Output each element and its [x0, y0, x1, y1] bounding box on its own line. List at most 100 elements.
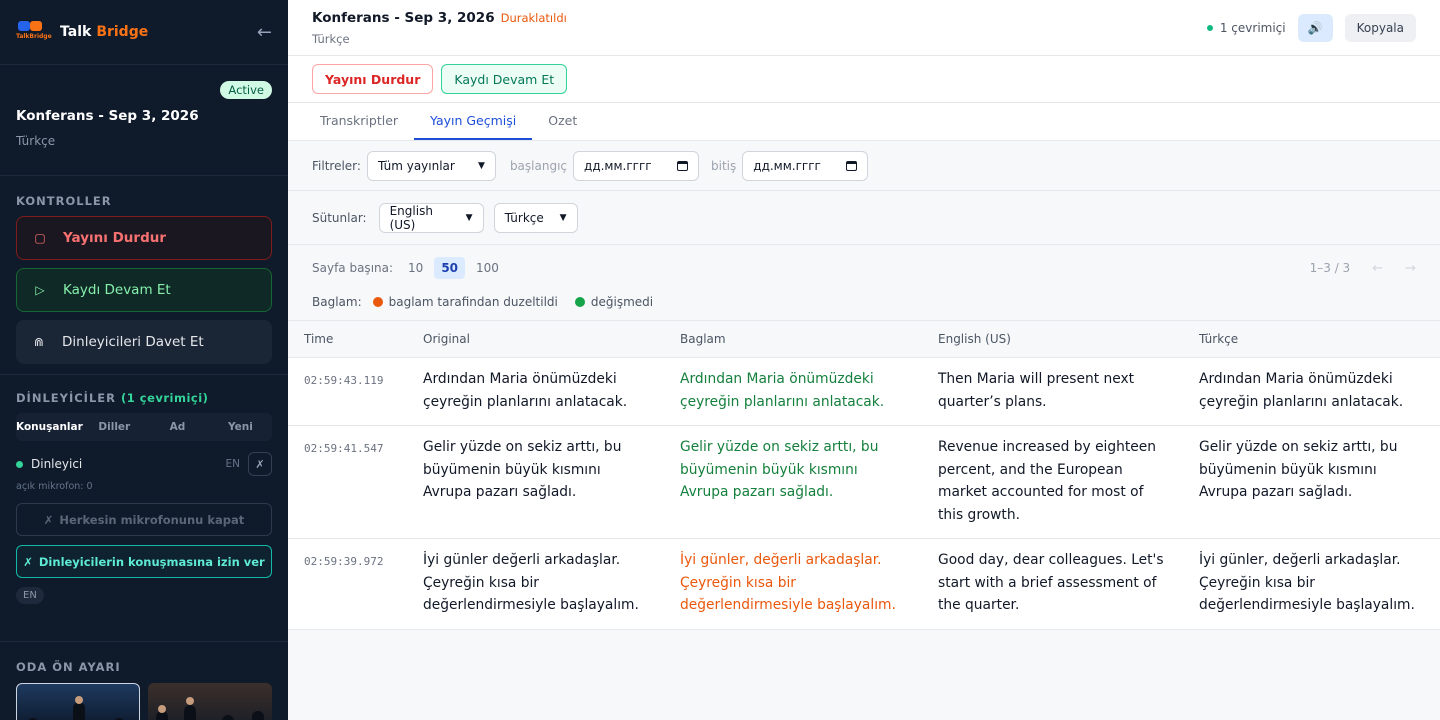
speaker-button[interactable]: 🔊 [1297, 14, 1333, 42]
cell-original: İyi günler değerli arkadaşlar. Çeyreğin … [407, 538, 664, 630]
cell-original: Ardından Maria önümüzdeki çeyreğin planl… [407, 357, 664, 426]
share-icon: ⋒ [33, 335, 45, 349]
mic-off-icon: ✗ [23, 554, 33, 569]
legend-edited: baglam tarafindan duzeltildi [372, 295, 558, 309]
legend-unchanged: değişmedi [574, 295, 653, 309]
session-title: Konferans - Sep 3, 2026 [16, 108, 199, 124]
tab-new[interactable]: Yeni [209, 421, 272, 433]
speaker-icon: 🔊 [1307, 21, 1323, 35]
per-page-50[interactable]: 50 [434, 257, 466, 279]
column-header-time: Time [288, 320, 407, 358]
calendar-icon [846, 160, 858, 171]
table-row: 02:59:41.547 Gelir yüzde on sekiz arttı,… [288, 425, 1440, 539]
tab-stream-history[interactable]: Yayın Geçmişi [414, 103, 533, 140]
copy-button[interactable]: Kopyala [1344, 14, 1416, 42]
cell-time: 02:59:43.119 [288, 357, 407, 426]
cell-baglam: Ardından Maria önümüzdeki çeyreğin planl… [664, 357, 922, 426]
column-header-baglam: Baglam [664, 320, 922, 358]
mic-off-icon[interactable]: ✗ [248, 452, 272, 476]
sidebar: TalkBridge Talk Bridge ← Active Konferans… [0, 0, 288, 720]
table-row: 02:59:39.972 İyi günler değerli arkadaşl… [288, 538, 1440, 630]
room-preset-title: ODA ÖN AYARI [16, 660, 121, 674]
resume-recording-button[interactable]: ▷ Kaydı Devam Et [16, 268, 272, 312]
talkbridge-logo: TalkBridge [16, 19, 52, 45]
listener-item: Dinleyici EN ✗ [16, 452, 272, 476]
column-language-1-select[interactable]: English (US) ▼ [378, 202, 484, 233]
filters-label: Filtreler: [312, 158, 361, 173]
columns-bar: Sütunlar: English (US) ▼ Türkçe ▼ [288, 191, 1440, 245]
preset-thumbnails [16, 683, 272, 720]
preset-thumbnail-conference[interactable] [16, 683, 140, 720]
filters-bar: Filtreler: Tüm yayınlar ▼ başlangıç дд.мм… [288, 141, 1440, 191]
listeners-title: DİNLEYİCİLER (1 çevrimiçi) [16, 391, 209, 405]
start-date-label: başlangıç [509, 158, 568, 173]
stream-type-select[interactable]: Tüm yayınlar ▼ [366, 150, 496, 181]
invite-listeners-button[interactable]: ⋒ Dinleyicileri Davet Et [16, 320, 272, 364]
per-page-100[interactable]: 100 [469, 257, 506, 279]
cell-turkish: Ardından Maria önümüzdeki çeyreğin planl… [1183, 357, 1440, 426]
cell-english: Then Maria will present next quarter’s p… [922, 357, 1183, 426]
play-icon: ▷ [35, 283, 45, 297]
room-preset-section: ODA ÖN AYARI [0, 642, 288, 720]
main-content: Konferans - Sep 3, 2026 Duraklatıldı Türk… [288, 0, 1440, 720]
online-dot-icon [1206, 25, 1213, 31]
cell-english: Good day, dear colleagues. Let's start w… [922, 538, 1183, 630]
column-header-original: Original [407, 320, 664, 358]
next-page-icon[interactable]: → [1405, 261, 1416, 276]
column-language-2-select[interactable]: Türkçe ▼ [493, 202, 578, 233]
cell-baglam: Gelir yüzde on sekiz arttı, bu büyümenin… [664, 425, 922, 539]
listener-name: Dinleyici [31, 457, 83, 471]
language-chip[interactable]: EN [16, 587, 44, 604]
collapse-sidebar-icon[interactable]: ← [257, 22, 272, 43]
open-mic-count: açık mikrofon: 0 [16, 481, 93, 492]
context-legend: Baglam: baglam tarafindan duzeltildi değ… [288, 284, 1440, 320]
per-page-label: Sayfa başına: [312, 261, 394, 275]
brand-header: TalkBridge Talk Bridge ← [0, 0, 288, 65]
controls-title: KONTROLLER [16, 194, 112, 208]
end-date-input[interactable]: дд.мм.гггг [742, 150, 869, 181]
table-row: 02:59:43.119 Ardından Maria önümüzdeki ç… [288, 357, 1440, 426]
page-info: 1–3 / 3 ← → [1309, 260, 1416, 276]
stop-stream-button[interactable]: ▢ Yayını Durdur [16, 216, 272, 260]
session-info: Active Konferans - Sep 3, 2026 Türkçe [0, 65, 288, 176]
online-indicator: 1 çevrimiçi [1206, 21, 1286, 35]
allow-speak-button[interactable]: ✗ Dinleyicilerin konuşmasına izin ver [16, 545, 272, 578]
status-badge: Active [220, 81, 272, 99]
preset-thumbnail-meeting[interactable] [148, 683, 272, 720]
brand-name: Talk Bridge [60, 24, 149, 40]
stop-stream-button[interactable]: Yayını Durdur [312, 64, 434, 94]
resume-recording-button[interactable]: Kaydı Devam Et [441, 64, 568, 94]
tab-speakers[interactable]: Konuşanlar [16, 421, 83, 433]
listener-tabs: Konuşanlar Diller Ad Yeni [16, 413, 272, 441]
columns-label: Sütunlar: [312, 210, 367, 225]
top-right-controls: 1 çevrimiçi 🔊 Kopyala [1206, 14, 1416, 42]
cell-baglam: İyi günler, değerli arkadaşlar. Çeyreğin… [664, 538, 922, 630]
start-date-input[interactable]: дд.мм.гггг [573, 150, 700, 181]
tab-transcripts[interactable]: Transkriptler [304, 103, 414, 140]
listener-language: EN [225, 458, 241, 470]
calendar-icon [677, 160, 689, 171]
controls-section: KONTROLLER ▢ Yayını Durdur ▷ Kaydı Devam… [0, 176, 288, 375]
mic-off-icon: ✗ [43, 512, 54, 527]
orange-dot-icon [372, 297, 383, 307]
action-bar: Yayını Durdur Kaydı Devam Et [288, 56, 1440, 103]
cell-time: 02:59:41.547 [288, 425, 407, 539]
transcript-table: Time Original Baglam English (US) Türkçe… [288, 320, 1440, 630]
paused-status: Duraklatıldı [500, 11, 567, 25]
chevron-down-icon: ▼ [465, 212, 473, 223]
per-page-10[interactable]: 10 [401, 257, 430, 279]
listeners-section: DİNLEYİCİLER (1 çevrimiçi) Konuşanlar Dil… [0, 375, 288, 642]
online-dot-icon [16, 460, 23, 468]
end-date-label: bitiş [711, 158, 737, 173]
cell-turkish: İyi günler, değerli arkadaşlar. Çeyreğin… [1183, 538, 1440, 630]
tab-languages[interactable]: Diller [83, 421, 146, 433]
prev-page-icon[interactable]: ← [1372, 261, 1383, 276]
top-bar: Konferans - Sep 3, 2026 Duraklatıldı Türk… [288, 0, 1440, 56]
tab-name[interactable]: Ad [146, 421, 209, 433]
mute-all-button[interactable]: ✗ Herkesin mikrofonunu kapat [16, 503, 272, 536]
column-header-turkish: Türkçe [1183, 320, 1440, 358]
cell-english: Revenue increased by eighteen percent, a… [922, 425, 1183, 539]
cell-original: Gelir yüzde on sekiz arttı, bu büyümenin… [407, 425, 664, 539]
tab-summary[interactable]: Ozet [532, 103, 593, 140]
chevron-down-icon: ▼ [559, 212, 567, 223]
